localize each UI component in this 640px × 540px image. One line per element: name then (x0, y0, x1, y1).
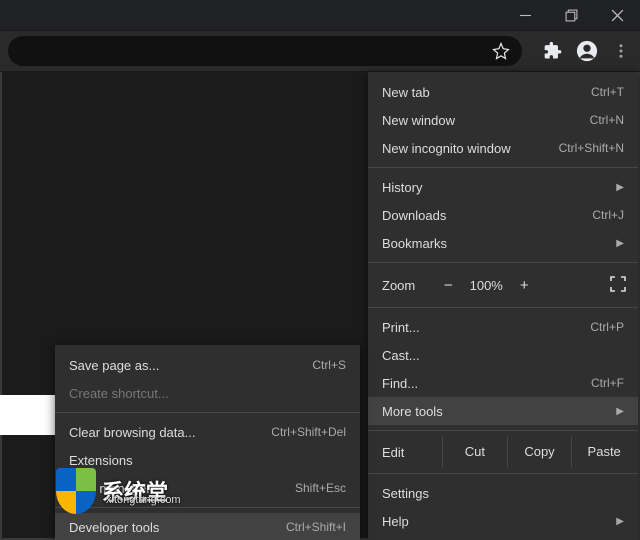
cut-button[interactable]: Cut (442, 436, 507, 468)
chevron-right-icon: ▶ (616, 238, 624, 249)
menu-downloads[interactable]: DownloadsCtrl+J (368, 201, 638, 229)
submenu-save-page[interactable]: Save page as...Ctrl+S (55, 351, 360, 379)
menu-help[interactable]: Help▶ (368, 507, 638, 535)
copy-button[interactable]: Copy (507, 436, 572, 468)
chevron-right-icon: ▶ (616, 516, 624, 527)
zoom-percent: 100% (463, 278, 509, 293)
maximize-button[interactable] (548, 0, 594, 30)
minimize-button[interactable] (502, 0, 548, 30)
separator (368, 473, 638, 474)
menu-new-window[interactable]: New windowCtrl+N (368, 106, 638, 134)
watermark: 系统堂 xitongtang.com (56, 468, 168, 514)
fullscreen-icon[interactable] (610, 276, 626, 295)
submenu-developer-tools[interactable]: Developer toolsCtrl+Shift+I (55, 513, 360, 540)
submenu-clear-data[interactable]: Clear browsing data...Ctrl+Shift+Del (55, 418, 360, 446)
menu-new-incognito[interactable]: New incognito windowCtrl+Shift+N (368, 134, 638, 162)
menu-new-tab[interactable]: New tabCtrl+T (368, 78, 638, 106)
paste-button[interactable]: Paste (571, 436, 636, 468)
chrome-menu: New tabCtrl+T New windowCtrl+N New incog… (368, 72, 638, 540)
watermark-sub: xitongtang.com (106, 494, 181, 506)
menu-settings[interactable]: Settings (368, 479, 638, 507)
separator (55, 412, 360, 413)
page-fragment (0, 395, 55, 435)
browser-window: New tabCtrl+T New windowCtrl+N New incog… (0, 0, 640, 540)
menu-bookmarks[interactable]: Bookmarks▶ (368, 229, 638, 257)
menu-more-tools[interactable]: More tools▶ (368, 397, 638, 425)
separator (368, 430, 638, 431)
edit-label: Edit (382, 445, 442, 460)
address-bar[interactable] (8, 36, 522, 66)
extensions-icon[interactable] (542, 40, 564, 62)
titlebar (0, 0, 640, 30)
menu-cast[interactable]: Cast... (368, 341, 638, 369)
close-button[interactable] (594, 0, 640, 30)
zoom-label: Zoom (382, 278, 415, 293)
toolbar (0, 30, 640, 72)
menu-icon[interactable] (610, 40, 632, 62)
menu-zoom: Zoom − 100% + (368, 268, 638, 302)
separator (368, 167, 638, 168)
zoom-in-button[interactable]: + (509, 277, 539, 294)
submenu-create-shortcut: Create shortcut... (55, 379, 360, 407)
menu-find[interactable]: Find...Ctrl+F (368, 369, 638, 397)
shield-icon (56, 468, 96, 514)
profile-icon[interactable] (576, 40, 598, 62)
menu-edit: Edit Cut Copy Paste (368, 436, 638, 468)
separator (368, 307, 638, 308)
zoom-out-button[interactable]: − (433, 277, 463, 294)
menu-print[interactable]: Print...Ctrl+P (368, 313, 638, 341)
chevron-right-icon: ▶ (616, 406, 624, 417)
chevron-right-icon: ▶ (616, 182, 624, 193)
bookmark-star-icon[interactable] (490, 40, 512, 62)
menu-history[interactable]: History▶ (368, 173, 638, 201)
separator (368, 262, 638, 263)
